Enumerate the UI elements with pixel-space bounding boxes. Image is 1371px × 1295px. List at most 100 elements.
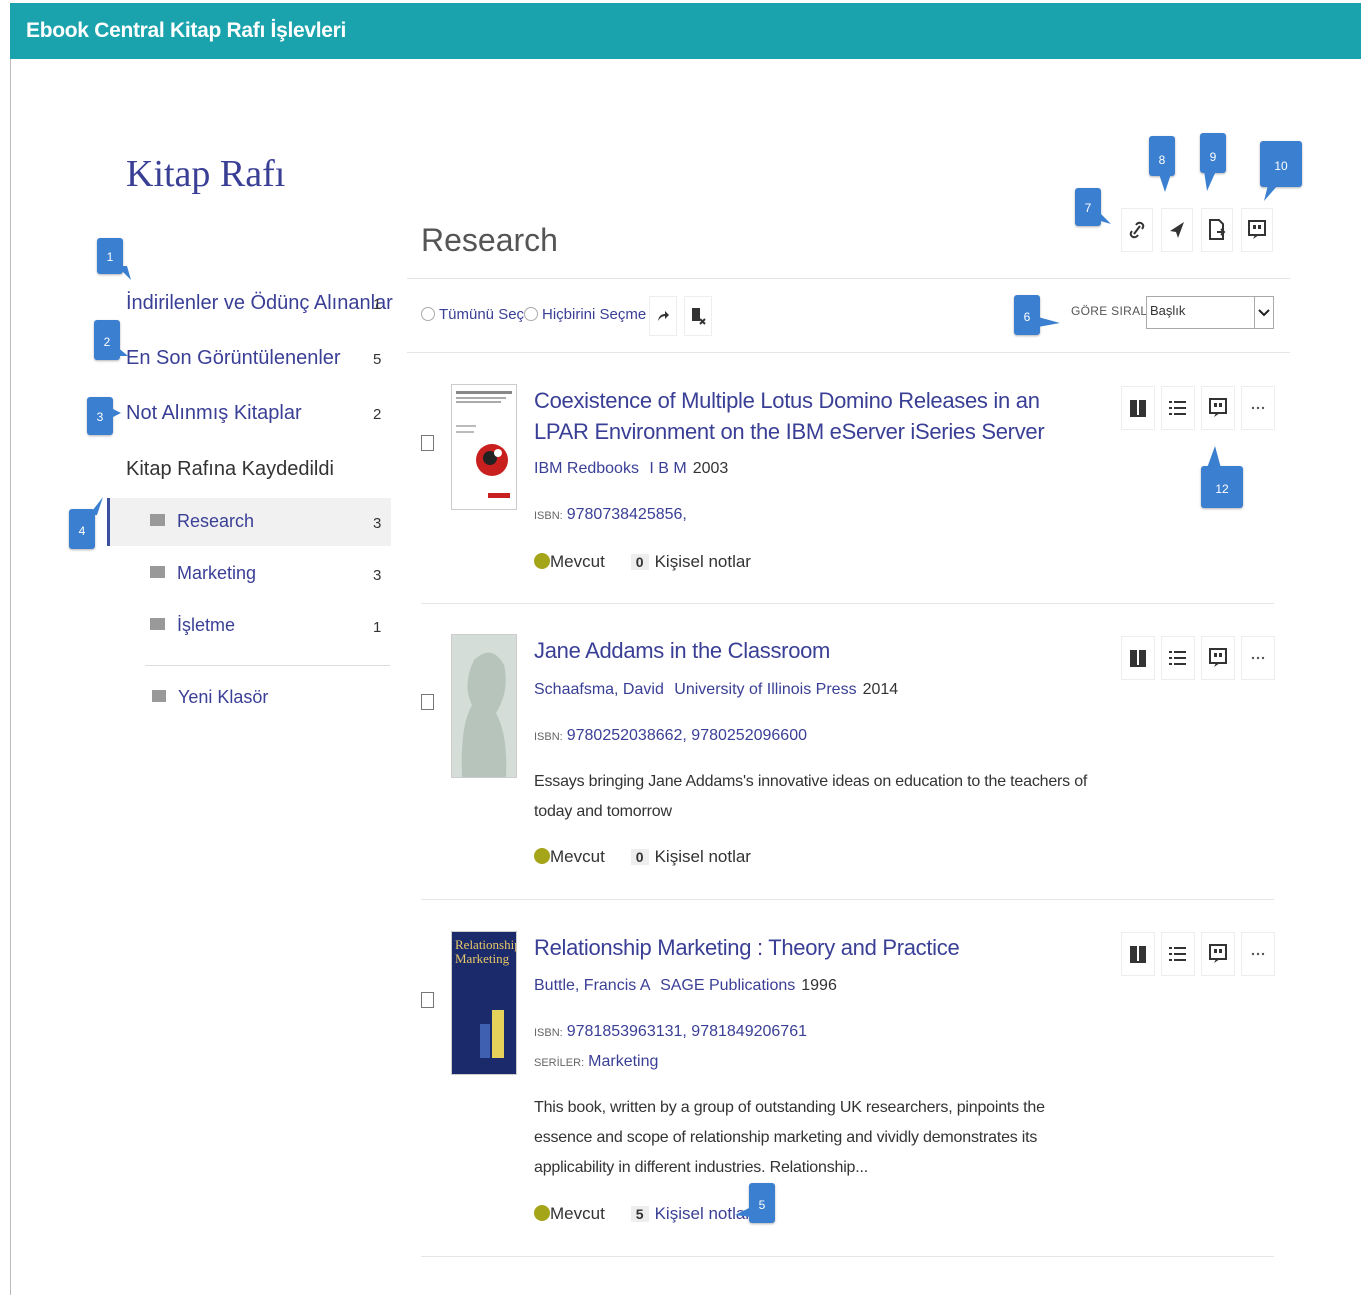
contents-button[interactable] — [1161, 932, 1195, 976]
sidebar-item-downloads[interactable]: İndirilenler ve Ödünç Alınanlar — [126, 292, 393, 315]
sort-value: Başlık — [1150, 303, 1186, 318]
callout-badge: 12 — [1201, 446, 1243, 508]
isbn-value: 9780252038662, 9780252096600 — [566, 727, 807, 744]
read-online-button[interactable] — [1121, 386, 1155, 430]
callout-badge: 2 — [94, 320, 128, 360]
more-icon — [1251, 406, 1265, 410]
isbn-label: ISBN: — [534, 1027, 563, 1039]
new-folder-button[interactable]: Yeni Klasör — [152, 687, 268, 708]
notes-count: 5 — [630, 1206, 649, 1222]
folder-icon — [150, 618, 165, 631]
cite-book-button[interactable] — [1201, 932, 1235, 976]
book-title[interactable]: Jane Addams in the Classroom — [534, 635, 1054, 666]
frame-border — [10, 59, 11, 1295]
isbn-label: ISBN: — [534, 510, 563, 522]
remove-button[interactable] — [684, 296, 712, 336]
callout-badge: 10 — [1260, 141, 1302, 201]
book-publisher[interactable]: I B M — [649, 460, 686, 477]
share-arrow-icon — [658, 311, 669, 321]
cite-book-button[interactable] — [1201, 386, 1235, 430]
folder-label: Marketing — [177, 563, 257, 583]
citation-icon — [1209, 944, 1227, 963]
folder-count: 1 — [373, 619, 382, 636]
select-none-link[interactable]: Hiçbirini Seçme — [524, 306, 646, 323]
select-none-label: Hiçbirini Seçme — [542, 306, 647, 323]
cover-graphic — [480, 1010, 504, 1058]
read-online-button[interactable] — [1121, 932, 1155, 976]
contents-button[interactable] — [1161, 386, 1195, 430]
book-cover[interactable]: Relationship Marketing — [451, 931, 517, 1075]
folder-icon — [150, 514, 165, 527]
contents-button[interactable] — [1161, 636, 1195, 680]
callout-number: 6 — [1023, 310, 1031, 324]
book-title[interactable]: Relationship Marketing : Theory and Prac… — [534, 932, 1054, 963]
book-checkbox[interactable] — [421, 992, 434, 1008]
new-folder-icon — [152, 690, 166, 703]
read-online-button[interactable] — [1121, 636, 1155, 680]
book-author[interactable]: Schaafsma, David — [534, 681, 664, 698]
book-publisher[interactable]: University of Illinois Press — [674, 681, 856, 698]
book-author[interactable]: IBM Redbooks — [534, 460, 639, 477]
callout-badge: 6 — [1014, 295, 1060, 335]
callout-number: 4 — [78, 524, 86, 538]
series-link[interactable]: Marketing — [588, 1053, 658, 1070]
select-all-link[interactable]: Tümünü Seç — [421, 306, 524, 323]
more-options-button[interactable] — [1241, 386, 1275, 430]
callout-number: 3 — [96, 410, 104, 424]
folder-isletme[interactable]: İşletme — [150, 615, 235, 636]
export-button[interactable] — [1201, 208, 1233, 252]
send-icon — [1170, 222, 1184, 238]
folder-marketing[interactable]: Marketing — [150, 563, 256, 584]
read-book-icon — [1130, 946, 1146, 963]
sidebar-item-recently-viewed[interactable]: En Son Görüntülenenler — [126, 347, 341, 370]
book-meta: Schaafsma, David University of Illinois … — [534, 681, 898, 699]
title-divider — [407, 278, 1290, 279]
book-checkbox[interactable] — [421, 435, 434, 451]
book-availability: Mevcut 0 Kişisel notlar — [534, 552, 751, 572]
availability-label: Mevcut — [550, 847, 605, 866]
sidebar-count-annotated: 2 — [373, 406, 382, 423]
cover-redbooks-image — [456, 391, 512, 498]
callout-badge: 9 — [1200, 133, 1226, 191]
notes-count: 0 — [630, 554, 649, 570]
book-author[interactable]: Buttle, Francis A — [534, 977, 650, 994]
book-publisher[interactable]: SAGE Publications — [660, 977, 795, 994]
move-button[interactable] — [649, 296, 677, 336]
send-button[interactable] — [1161, 208, 1193, 252]
book-cover[interactable] — [451, 384, 517, 510]
folder-research[interactable]: Research — [150, 511, 254, 532]
book-cover[interactable] — [451, 634, 517, 778]
new-folder-label: Yeni Klasör — [178, 687, 269, 707]
callout-badge: 3 — [87, 397, 121, 435]
book-year: 2014 — [862, 681, 899, 698]
result-divider — [421, 1256, 1274, 1257]
callout-number: 7 — [1084, 201, 1092, 215]
citation-icon — [1209, 648, 1227, 667]
folder-count: 3 — [373, 515, 382, 532]
table-of-contents-icon — [1169, 947, 1186, 961]
book-availability: Mevcut 0 Kişisel notlar — [534, 847, 751, 867]
more-icon — [1251, 656, 1265, 660]
notes-count: 0 — [630, 849, 649, 865]
cite-button[interactable] — [1241, 208, 1273, 252]
citation-icon — [1248, 220, 1266, 239]
sidebar-item-annotated[interactable]: Not Alınmış Kitaplar — [126, 402, 302, 425]
more-options-button[interactable] — [1241, 636, 1275, 680]
sort-dropdown[interactable]: Başlık — [1146, 296, 1274, 329]
book-title[interactable]: Coexistence of Multiple Lotus Domino Rel… — [534, 385, 1054, 447]
callout-badge: 1 — [97, 238, 131, 280]
folder-label: Research — [177, 511, 255, 531]
export-icon — [1209, 219, 1226, 240]
sidebar-count-downloads: 1 — [373, 296, 382, 313]
book-year: 2003 — [692, 460, 729, 477]
copy-link-button[interactable] — [1121, 208, 1153, 252]
more-icon — [1251, 952, 1265, 956]
folder-label: İşletme — [177, 615, 236, 635]
book-description: This book, written by a group of outstan… — [534, 1099, 1045, 1176]
callout-number: 2 — [103, 335, 111, 349]
book-checkbox[interactable] — [421, 694, 434, 710]
callout-number: 9 — [1209, 150, 1217, 164]
more-options-button[interactable] — [1241, 932, 1275, 976]
read-book-icon — [1130, 400, 1146, 417]
cite-book-button[interactable] — [1201, 636, 1235, 680]
